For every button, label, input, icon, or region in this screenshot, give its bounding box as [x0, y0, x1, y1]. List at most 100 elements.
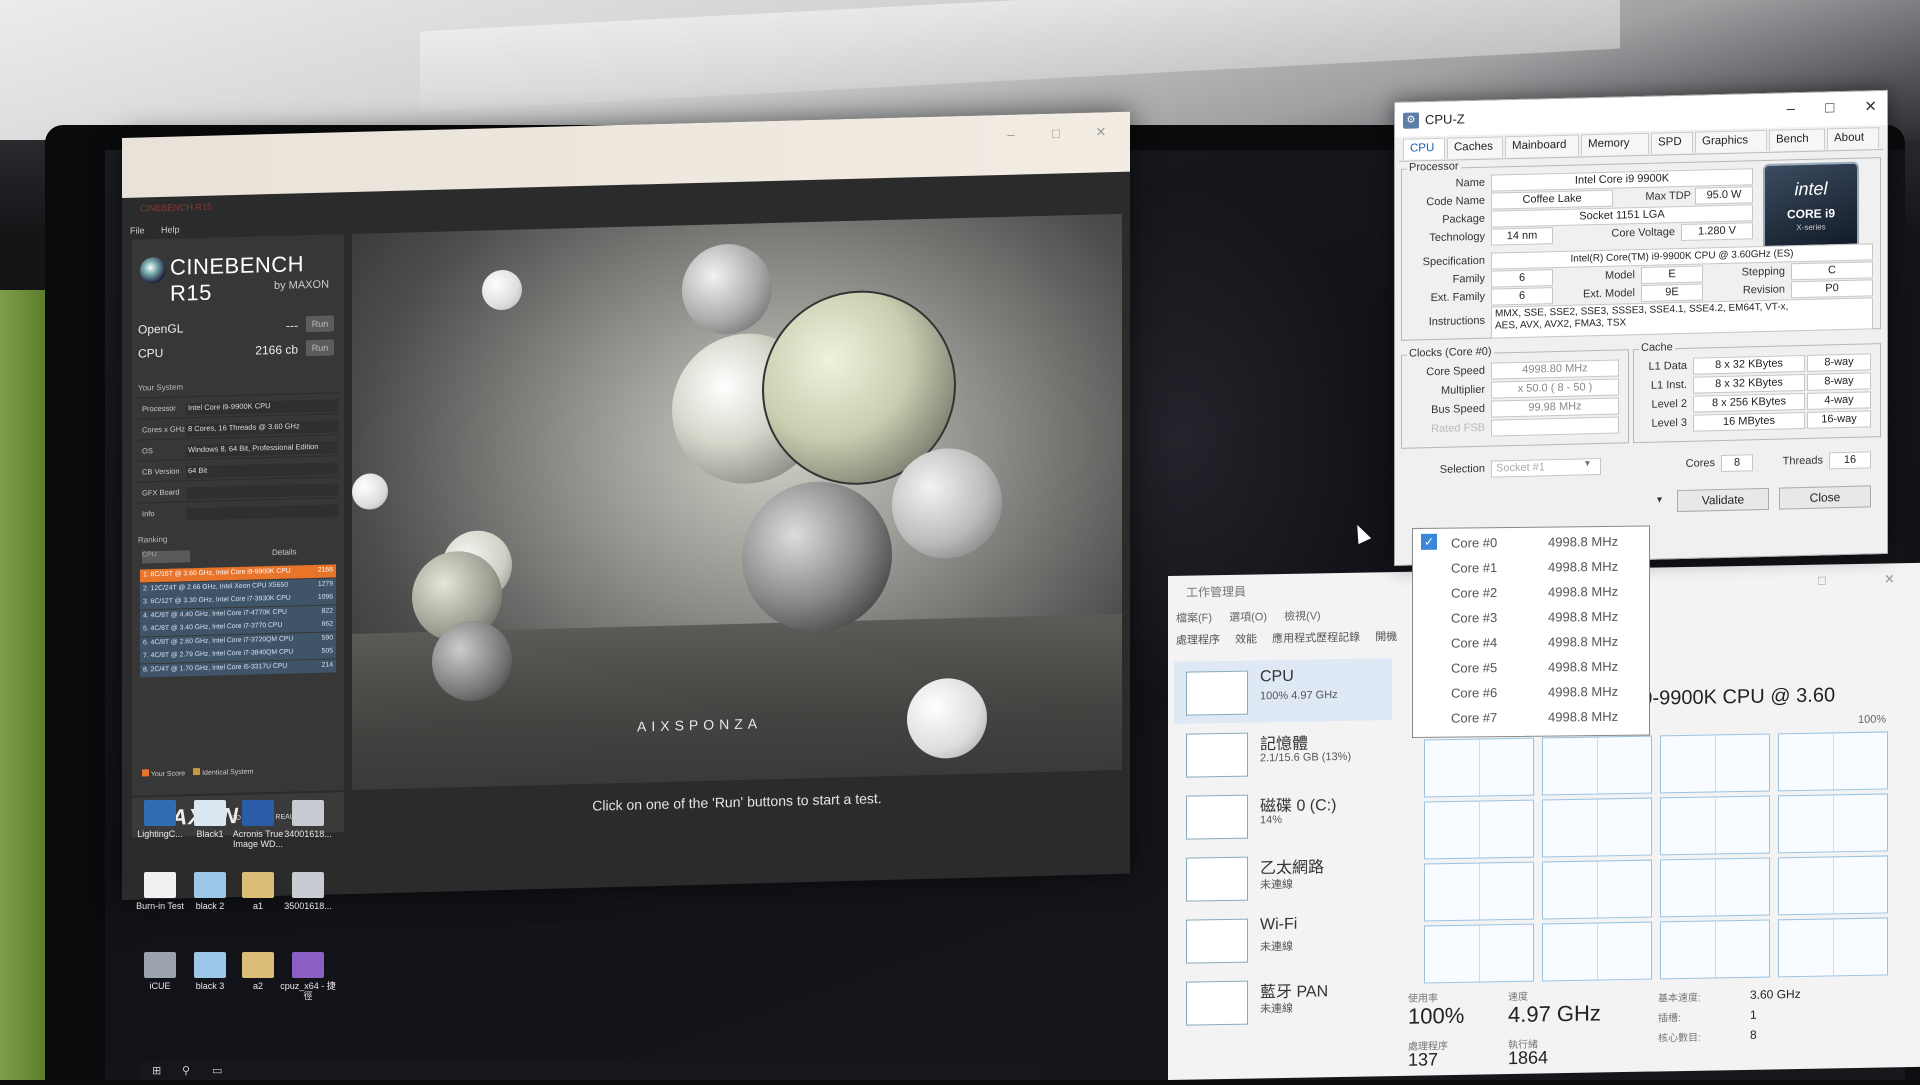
cinebench-title: CINEBENCH R15: [140, 201, 213, 214]
ranking-score: 822: [321, 606, 333, 615]
core-list-item[interactable]: Core #2 4998.8 MHz: [1413, 579, 1649, 605]
task-manager-tabs: 處理程序 效能 應用程式歷程記錄 開機: [1176, 628, 1409, 648]
perf-item-name: 磁碟 0 (C:): [1260, 797, 1337, 816]
validate-button[interactable]: Validate: [1677, 487, 1769, 513]
menu-file[interactable]: File: [130, 225, 145, 235]
details-button[interactable]: Details: [272, 547, 296, 557]
perf-sidebar-item[interactable]: CPU 100% 4.97 GHz: [1174, 658, 1392, 724]
core-list-item[interactable]: Core #0 4998.8 MHz: [1413, 529, 1649, 555]
cores-label: 核心數目:: [1658, 1032, 1701, 1045]
maximize-icon[interactable]: □: [1047, 125, 1065, 140]
chevron-down-icon[interactable]: ▾: [1585, 458, 1590, 469]
rated-fsb-value: [1491, 416, 1619, 437]
file-icon: [194, 800, 226, 826]
specification-label: Specification: [1422, 254, 1485, 269]
cpuz-app-icon: ⚙: [1403, 112, 1419, 129]
perf-sidebar-item[interactable]: 乙太網路 未連線: [1174, 844, 1392, 910]
l2-value: 8 x 256 KBytes: [1693, 392, 1805, 413]
sockets-label: 插槽:: [1658, 1013, 1681, 1025]
desktop-icon[interactable]: 35001618...: [278, 872, 338, 911]
menu-options[interactable]: 選項(O): [1229, 611, 1267, 624]
tab-processes[interactable]: 處理程序: [1176, 634, 1220, 647]
menu-file[interactable]: 檔案(F): [1176, 612, 1212, 625]
ranking-dropdown[interactable]: CPU: [142, 550, 190, 564]
identical-swatch: [193, 767, 201, 776]
core-list-item[interactable]: Core #4 4998.8 MHz: [1413, 629, 1649, 655]
revision-value: P0: [1791, 279, 1873, 299]
core-list-item[interactable]: Core #5 4998.8 MHz: [1413, 654, 1649, 680]
perf-sidebar-item[interactable]: Wi-Fi 未連線: [1174, 906, 1392, 972]
tab-cpu[interactable]: CPU: [1403, 137, 1445, 160]
system-key: CB Version: [142, 466, 180, 477]
cpu-score-row: CPU 2166 cb Run: [138, 338, 338, 365]
perf-item-name: 乙太網路: [1260, 859, 1325, 878]
menu-help[interactable]: Help: [161, 224, 180, 234]
stepping-value: C: [1791, 261, 1873, 281]
l3-value: 16 MBytes: [1693, 411, 1805, 432]
tools-dropdown-arrow[interactable]: ▾: [1657, 494, 1662, 505]
perf-sidebar-item[interactable]: 記憶體 2.1/15.6 GB (13%): [1174, 720, 1392, 786]
cpu-run-button[interactable]: Run: [306, 339, 334, 357]
close-icon[interactable]: ✕: [1884, 571, 1895, 587]
task-view-icon[interactable]: ▭: [212, 1065, 224, 1077]
perf-sidebar-item[interactable]: 藍牙 PAN 未連線: [1174, 968, 1392, 1034]
minimize-icon[interactable]: –: [1787, 100, 1795, 117]
rated-fsb-label: Rated FSB: [1431, 421, 1485, 436]
ext-family-label: Ext. Family: [1430, 290, 1485, 305]
family-label: Family: [1452, 272, 1485, 286]
core-list-item[interactable]: Core #6 4998.8 MHz: [1413, 679, 1649, 705]
tab-memory[interactable]: Memory: [1581, 132, 1649, 156]
system-key: Cores x GHz: [142, 424, 185, 435]
tab-graphics[interactable]: Graphics: [1695, 129, 1767, 153]
logical-processor-graph: [1778, 731, 1888, 792]
tab-performance[interactable]: 效能: [1235, 633, 1257, 645]
ext-model-value: 9E: [1641, 283, 1703, 302]
cpuz-title: CPU-Z: [1425, 111, 1465, 128]
search-icon[interactable]: ⚲: [182, 1065, 194, 1077]
desktop-icon[interactable]: cpuz_x64 - 捷徑: [278, 952, 338, 1001]
menu-view[interactable]: 檢視(V): [1284, 610, 1321, 623]
core-list-item[interactable]: Core #7 4998.8 MHz: [1413, 704, 1649, 730]
core-list-item[interactable]: Core #3 4998.8 MHz: [1413, 604, 1649, 630]
desktop-icon[interactable]: 34001618...: [278, 800, 338, 839]
cores-value: 8: [1750, 1027, 1757, 1042]
ranking-name: 7. 4C/8T @ 2.79 GHz, Intel Core i7-3840Q…: [143, 648, 294, 660]
cinebench-menubar: File Help: [130, 224, 194, 235]
perf-sidebar-item[interactable]: 磁碟 0 (C:) 14%: [1174, 782, 1392, 848]
base-speed-label: 基本速度:: [1658, 992, 1701, 1005]
core-list-item[interactable]: Core #1 4998.8 MHz: [1413, 554, 1649, 580]
windows-start-icon[interactable]: ⊞: [152, 1065, 164, 1077]
codename-label: Code Name: [1426, 194, 1485, 209]
logical-processor-graph: [1778, 855, 1888, 916]
ranking-score: 214: [321, 660, 333, 669]
core-frequency: 4998.8 MHz: [1548, 533, 1619, 550]
legend-your-score: Your Score: [150, 770, 186, 779]
core-frequency: 4998.8 MHz: [1548, 608, 1619, 625]
cinebench-left-panel: CINEBENCH R15 by MAXON OpenGL --- Run CP…: [132, 234, 344, 796]
l2-way: 4-way: [1807, 391, 1871, 410]
file-icon: [292, 952, 324, 978]
intel-line1: CORE i9: [1786, 206, 1835, 222]
perf-item-name: 藍牙 PAN: [1260, 983, 1329, 1002]
tab-spd[interactable]: SPD: [1651, 131, 1693, 154]
close-icon[interactable]: ✕: [1864, 98, 1877, 115]
l1-data-way: 8-way: [1807, 353, 1871, 372]
tab-mainboard[interactable]: Mainboard: [1505, 134, 1579, 158]
maximize-icon[interactable]: □: [1818, 573, 1826, 588]
tab-app-history[interactable]: 應用程式歷程記錄: [1272, 632, 1360, 646]
close-button[interactable]: Close: [1779, 485, 1871, 510]
l1-inst-way: 8-way: [1807, 372, 1871, 391]
close-icon[interactable]: ✕: [1092, 124, 1110, 139]
opengl-run-button[interactable]: Run: [306, 315, 334, 333]
ranking-name: 2. 12C/24T @ 2.66 GHz, Intel Xeon CPU X5…: [143, 581, 289, 592]
perf-thumbnail-graph: [1186, 794, 1248, 840]
core-name: Core #7: [1451, 710, 1498, 726]
tab-startup[interactable]: 開機: [1375, 631, 1397, 643]
file-icon: [194, 872, 226, 898]
minimize-icon[interactable]: –: [1002, 126, 1020, 142]
file-icon: [194, 952, 226, 978]
tab-about[interactable]: About: [1827, 127, 1879, 150]
tab-caches[interactable]: Caches: [1447, 136, 1503, 159]
maximize-icon[interactable]: □: [1825, 99, 1834, 116]
tab-bench[interactable]: Bench: [1769, 128, 1825, 151]
